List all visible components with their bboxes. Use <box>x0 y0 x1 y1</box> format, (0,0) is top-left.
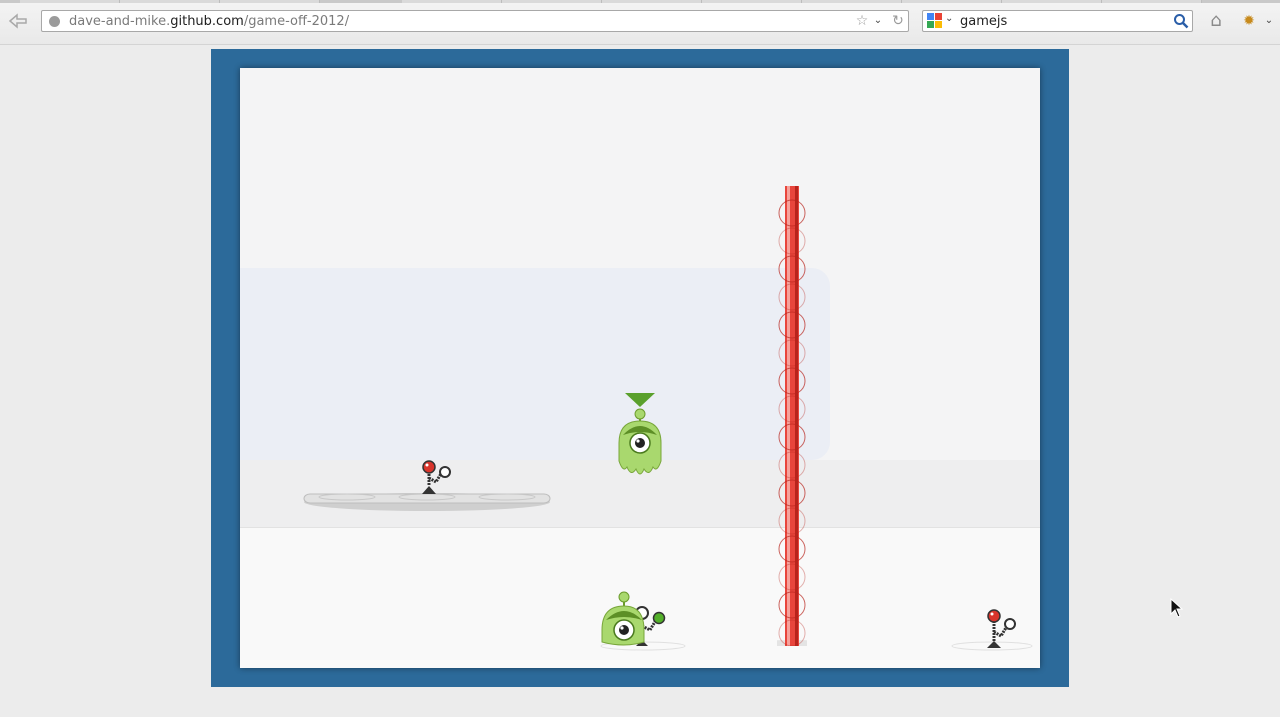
google-icon[interactable] <box>927 13 943 29</box>
tab-strip <box>0 0 1280 3</box>
tab[interactable] <box>20 0 120 3</box>
reload-icon[interactable]: ↻ <box>890 12 906 30</box>
tab[interactable] <box>902 0 1002 3</box>
tab[interactable] <box>120 0 220 3</box>
search-bar[interactable]: ⌄ gamejs <box>922 10 1193 32</box>
tab[interactable] <box>220 0 320 3</box>
search-input[interactable]: gamejs <box>960 14 1007 29</box>
tab[interactable] <box>802 0 902 3</box>
history-dropdown-icon[interactable]: ⌄ <box>872 12 884 30</box>
url-text[interactable]: dave-and-mike.github.com/game-off-2012/ <box>69 14 349 29</box>
menu-dropdown-icon[interactable]: ⌄ <box>1262 10 1276 32</box>
url-host: github.com <box>170 14 244 29</box>
game-canvas[interactable] <box>240 68 1040 668</box>
mouse-cursor-icon <box>1170 598 1184 618</box>
tab[interactable] <box>1102 0 1202 3</box>
alien-player-icon[interactable] <box>611 391 669 481</box>
tab[interactable] <box>602 0 702 3</box>
tab[interactable] <box>402 0 502 3</box>
tab[interactable] <box>702 0 802 3</box>
tab[interactable] <box>1002 0 1102 3</box>
lever-switch-icon[interactable] <box>416 458 456 498</box>
browser-toolbar: dave-and-mike.github.com/game-off-2012/ … <box>0 0 1280 45</box>
url-prefix: dave-and-mike. <box>69 14 171 29</box>
back-arrow-icon <box>8 13 27 29</box>
alien-buddy-icon[interactable] <box>598 590 688 652</box>
engine-dropdown-icon[interactable]: ⌄ <box>945 13 953 24</box>
bookmark-star-icon[interactable]: ☆ <box>854 12 870 30</box>
lever-switch-icon[interactable] <box>950 606 1034 652</box>
site-identity-icon[interactable] <box>49 16 60 27</box>
tab[interactable] <box>502 0 602 3</box>
addon-icon[interactable]: ✹ <box>1239 10 1259 32</box>
back-button[interactable] <box>6 11 30 33</box>
url-path: /game-off-2012/ <box>243 14 350 29</box>
url-bar[interactable]: dave-and-mike.github.com/game-off-2012/ … <box>41 10 909 32</box>
home-icon[interactable]: ⌂ <box>1203 10 1229 32</box>
laser-beam-icon <box>777 186 807 646</box>
search-icon[interactable] <box>1173 13 1189 29</box>
background-window <box>240 268 830 460</box>
